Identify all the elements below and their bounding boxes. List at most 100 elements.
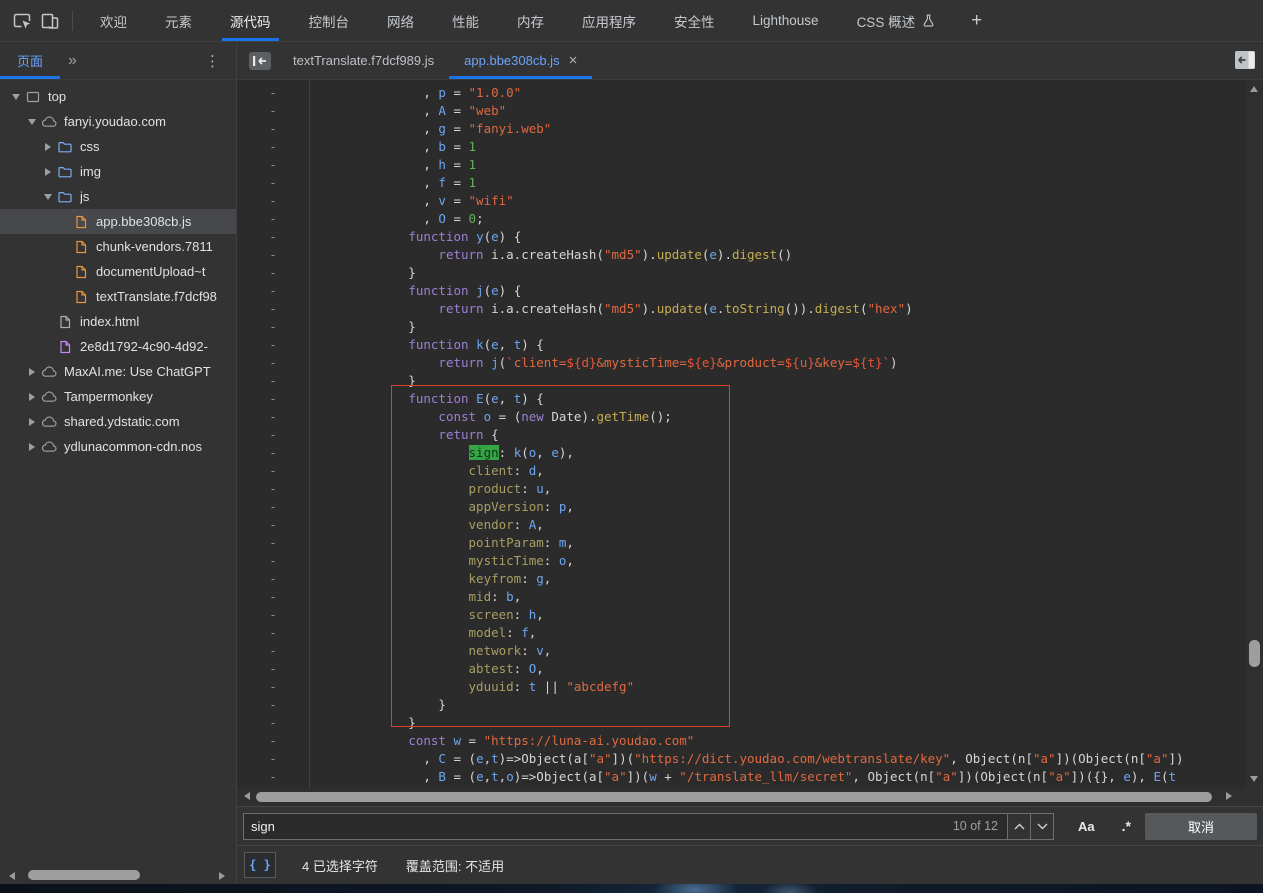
code-line[interactable]: , p = "1.0.0" bbox=[237, 84, 1263, 102]
code-line[interactable]: function k(e, t) { bbox=[237, 336, 1263, 354]
cancel-button[interactable]: 取消 bbox=[1145, 813, 1257, 840]
panel-tab[interactable]: CSS 概述 bbox=[838, 0, 955, 41]
tree-item[interactable]: css bbox=[0, 134, 236, 159]
code-line[interactable]: return i.a.createHash("md5").update(e.to… bbox=[237, 300, 1263, 318]
tree-expand-icon[interactable] bbox=[40, 168, 55, 176]
scrollbar-thumb[interactable] bbox=[256, 792, 1212, 802]
tree-expand-icon[interactable] bbox=[24, 418, 39, 426]
tree-item-label: js bbox=[80, 189, 89, 204]
panel-tab[interactable]: 应用程序 bbox=[563, 0, 655, 41]
more-options-icon[interactable]: ⋮ bbox=[189, 42, 236, 79]
code-line[interactable]: } bbox=[237, 264, 1263, 282]
code-line[interactable]: const w = "https://luna-ai.youdao.com" bbox=[237, 732, 1263, 750]
tree-item[interactable]: chunk-vendors.7811 bbox=[0, 234, 236, 259]
panel-tab-label: CSS 概述 bbox=[857, 11, 916, 31]
content-row: top fanyi.youdao.com css img js app.bbe308cb.… bbox=[0, 80, 1263, 884]
panel-tab-label: 安全性 bbox=[674, 11, 715, 31]
tree-item[interactable]: img bbox=[0, 159, 236, 184]
scroll-right-icon[interactable] bbox=[219, 872, 225, 880]
file-tab[interactable]: textTranslate.f7dcf989.js bbox=[278, 42, 449, 79]
code-line[interactable]: return i.a.createHash("md5").update(e).d… bbox=[237, 246, 1263, 264]
pretty-print-button[interactable]: { } bbox=[244, 852, 276, 878]
code-line[interactable]: , v = "wifi" bbox=[237, 192, 1263, 210]
inspect-element-icon[interactable] bbox=[8, 7, 36, 35]
panel-tab[interactable]: 源代码 bbox=[211, 0, 290, 41]
tree-item[interactable]: MaxAI.me: Use ChatGPT bbox=[0, 359, 236, 384]
code-line[interactable]: , I = (e,t)=>Object(a["a"])("https://dic… bbox=[237, 786, 1263, 788]
device-toolbar-icon[interactable] bbox=[36, 7, 64, 35]
tree-item[interactable]: app.bbe308cb.js bbox=[0, 209, 236, 234]
tree-item[interactable]: fanyi.youdao.com bbox=[0, 109, 236, 134]
scroll-down-icon[interactable] bbox=[1250, 776, 1258, 782]
panel-tab[interactable]: 网络 bbox=[368, 0, 433, 41]
panel-tab[interactable]: Lighthouse bbox=[734, 0, 838, 41]
tab-page[interactable]: 页面 bbox=[0, 42, 60, 79]
panel-tab[interactable]: 元素 bbox=[146, 0, 211, 41]
code-line[interactable]: function y(e) { bbox=[237, 228, 1263, 246]
tree-expand-icon[interactable] bbox=[40, 143, 55, 151]
tree-item-label: css bbox=[80, 139, 100, 154]
panel-tab[interactable]: 安全性 bbox=[655, 0, 734, 41]
code-editor[interactable]: ----------------------------------------… bbox=[237, 80, 1263, 788]
match-case-button[interactable]: Aa bbox=[1078, 819, 1095, 834]
scroll-up-icon[interactable] bbox=[1250, 86, 1258, 92]
scroll-left-icon[interactable] bbox=[9, 872, 15, 880]
scroll-right-icon[interactable] bbox=[1226, 792, 1232, 800]
tree-item[interactable]: Tampermonkey bbox=[0, 384, 236, 409]
tree-item[interactable]: js bbox=[0, 184, 236, 209]
tree-item[interactable]: shared.ydstatic.com bbox=[0, 409, 236, 434]
tree-item[interactable]: index.html bbox=[0, 309, 236, 334]
file-tab[interactable]: app.bbe308cb.js× bbox=[449, 42, 592, 79]
toggle-navigator-icon[interactable] bbox=[248, 42, 272, 79]
next-match-button[interactable] bbox=[1030, 813, 1054, 840]
toolbar-separator bbox=[72, 11, 73, 31]
tree-item[interactable]: textTranslate.f7dcf98 bbox=[0, 284, 236, 309]
tree-item[interactable]: documentUpload~t bbox=[0, 259, 236, 284]
close-icon[interactable]: × bbox=[569, 52, 578, 69]
panel-tab-label: Lighthouse bbox=[753, 13, 819, 28]
file-tabs: textTranslate.f7dcf989.jsapp.bbe308cb.js… bbox=[278, 42, 592, 79]
sidebar-horizontal-scrollbar[interactable] bbox=[0, 868, 236, 882]
code-line[interactable]: , A = "web" bbox=[237, 102, 1263, 120]
code-line[interactable]: , f = 1 bbox=[237, 174, 1263, 192]
tree-item-label: top bbox=[48, 89, 66, 104]
tree-item[interactable]: 2e8d1792-4c90-4d92- bbox=[0, 334, 236, 359]
chevron-up-icon bbox=[1014, 823, 1025, 830]
overflow-tabs-icon[interactable]: » bbox=[60, 42, 83, 79]
search-input[interactable]: sign 10 of 12 bbox=[243, 813, 1008, 840]
tree-expand-icon[interactable] bbox=[24, 119, 39, 125]
tree-item[interactable]: top bbox=[0, 84, 236, 109]
panel-tab[interactable]: 内存 bbox=[498, 0, 563, 41]
regex-button[interactable]: .* bbox=[1122, 818, 1131, 834]
toggle-debugger-sidebar-icon[interactable] bbox=[1234, 50, 1256, 75]
code-line[interactable]: } bbox=[237, 318, 1263, 336]
navigator-sidebar: top fanyi.youdao.com css img js app.bbe308cb.… bbox=[0, 80, 237, 884]
tree-expand-icon[interactable] bbox=[24, 368, 39, 376]
panel-tab[interactable]: 控制台 bbox=[290, 0, 369, 41]
editor-horizontal-scrollbar[interactable] bbox=[237, 788, 1263, 806]
tree-item[interactable]: ydlunacommon-cdn.nos bbox=[0, 434, 236, 459]
tree-expand-icon[interactable] bbox=[8, 94, 23, 100]
panel-tab[interactable]: 欢迎 bbox=[81, 0, 146, 41]
previous-match-button[interactable] bbox=[1007, 813, 1031, 840]
code-line[interactable]: , O = 0; bbox=[237, 210, 1263, 228]
code-line[interactable]: , C = (e,t)=>Object(a["a"])("https://dic… bbox=[237, 750, 1263, 768]
code-line[interactable]: , B = (e,t,o)=>Object(a["a"])(w + "/tran… bbox=[237, 768, 1263, 786]
code-line[interactable]: function j(e) { bbox=[237, 282, 1263, 300]
file-script-icon bbox=[73, 289, 89, 305]
panel-tab[interactable]: 性能 bbox=[433, 0, 498, 41]
code-line[interactable]: , b = 1 bbox=[237, 138, 1263, 156]
folder-icon bbox=[57, 139, 73, 155]
tree-expand-icon[interactable] bbox=[40, 194, 55, 200]
code-line[interactable]: , h = 1 bbox=[237, 156, 1263, 174]
code-line[interactable]: return j(`client=${d}&mysticTime=${e}&pr… bbox=[237, 354, 1263, 372]
tree-expand-icon[interactable] bbox=[24, 393, 39, 401]
scroll-left-icon[interactable] bbox=[244, 792, 250, 800]
vertical-scrollbar[interactable] bbox=[1246, 80, 1263, 788]
scrollbar-thumb[interactable] bbox=[1249, 640, 1260, 667]
scrollbar-thumb[interactable] bbox=[28, 870, 140, 880]
more-panels-button[interactable]: + bbox=[954, 0, 999, 41]
tree-expand-icon[interactable] bbox=[24, 443, 39, 451]
tree-item-label: chunk-vendors.7811 bbox=[96, 239, 213, 254]
code-line[interactable]: , g = "fanyi.web" bbox=[237, 120, 1263, 138]
